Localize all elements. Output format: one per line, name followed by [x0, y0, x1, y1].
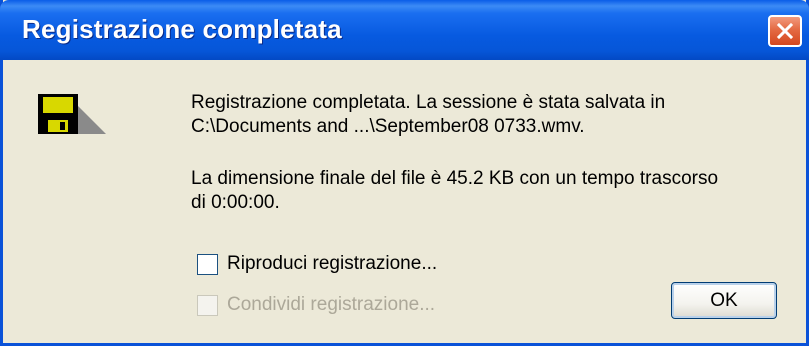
message-block-2: La dimensione finale del file è 45.2 KB …: [191, 167, 718, 215]
share-recording-label: Condividi registrazione...: [227, 294, 436, 315]
ok-button[interactable]: OK: [671, 282, 777, 319]
close-icon: [776, 22, 794, 40]
window-title: Registrazione completata: [22, 14, 342, 44]
dialog-window: Registrazione completata Registrazione c…: [0, 0, 809, 346]
play-recording-checkbox[interactable]: [197, 254, 218, 275]
title-bar[interactable]: Registrazione completata: [0, 0, 809, 60]
ok-button-label: OK: [710, 290, 738, 311]
play-recording-label[interactable]: Riproduci registrazione...: [227, 253, 437, 275]
message-line-3: La dimensione finale del file è 45.2 KB …: [191, 168, 719, 189]
message-line-1: Registrazione completata. La sessione è …: [191, 92, 666, 113]
floppy-disk-icon: [38, 94, 106, 134]
message-line-2: C:\Documents and ...\September08 0733.wm…: [191, 116, 585, 137]
dialog-body: Registrazione completata. La sessione è …: [3, 60, 806, 343]
share-recording-checkbox: [197, 295, 218, 316]
close-button[interactable]: [768, 15, 802, 47]
message-block-1: Registrazione completata. La sessione è …: [191, 91, 665, 139]
message-line-4: di 0:00:00.: [191, 192, 280, 213]
